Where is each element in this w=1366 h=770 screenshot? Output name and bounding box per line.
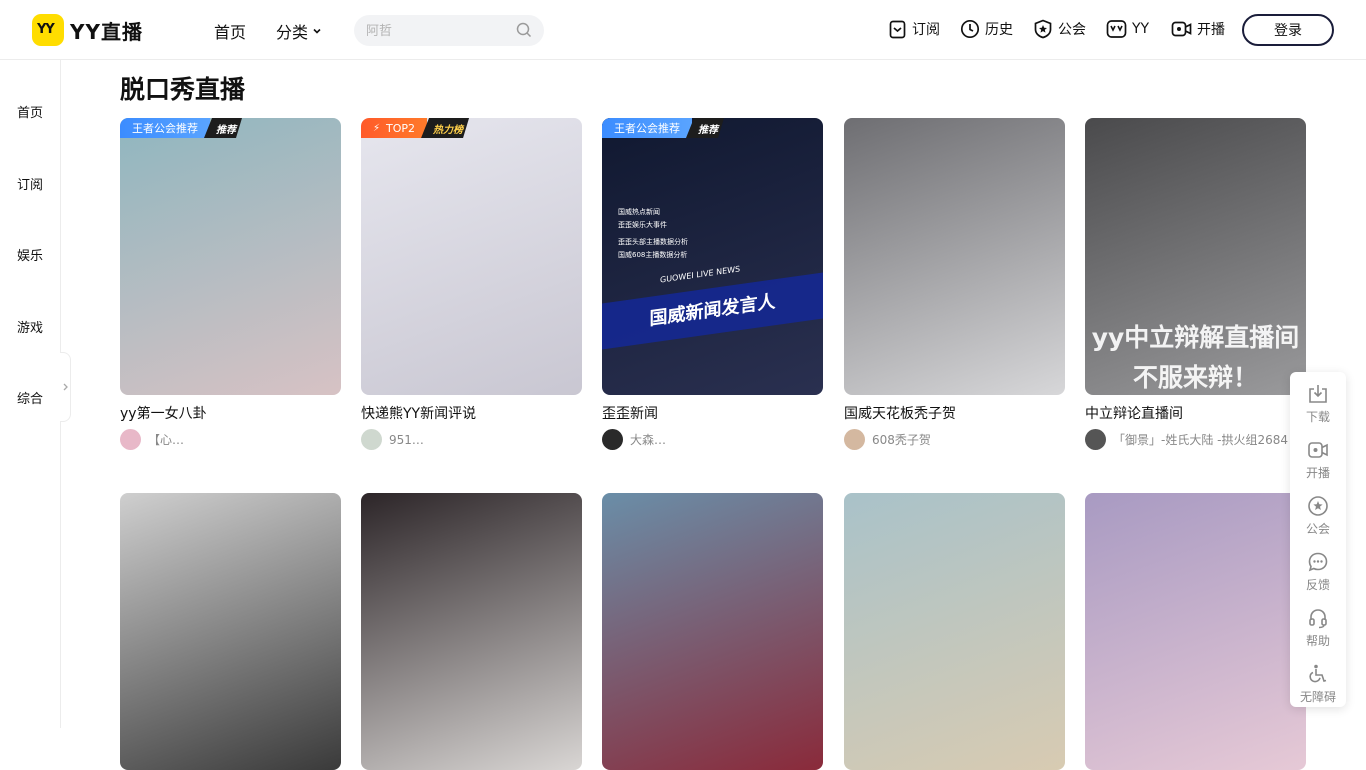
- live-card[interactable]: 王者公会推荐 推荐 yy第一女八卦 【心…: [120, 118, 341, 450]
- sidebar-item-entertainment[interactable]: 娱乐: [0, 245, 60, 264]
- avatar: [844, 429, 865, 450]
- float-download[interactable]: 下载: [1290, 383, 1346, 425]
- nav-history-label: 历史: [985, 22, 1013, 38]
- card-author: 951…: [361, 429, 582, 450]
- live-card[interactable]: [120, 493, 341, 770]
- avatar: [1085, 429, 1106, 450]
- top-badge: ⚡ TOP2 热力榜: [361, 118, 469, 138]
- search-icon[interactable]: [516, 22, 532, 38]
- chevron-down-icon: [313, 28, 321, 34]
- live-thumbnail[interactable]: 王者公会推荐 推荐: [120, 118, 341, 395]
- recommend-badge: 王者公会推荐 推荐: [120, 118, 242, 138]
- card-author: 大森…: [602, 429, 823, 450]
- help-icon: [1309, 609, 1327, 629]
- nav-guild[interactable]: 公会: [1033, 19, 1086, 39]
- nav-broadcast[interactable]: 开播: [1171, 19, 1225, 39]
- live-card[interactable]: [1085, 493, 1306, 770]
- sidebar-item-general[interactable]: 综合: [0, 388, 60, 407]
- author-name: 大森…: [630, 433, 667, 447]
- news-topic-list: 国威热点新闻 歪歪娱乐大事件 歪歪头部主播数据分析 国威608主播数据分析: [618, 208, 688, 259]
- nav-yy-label: YY: [1132, 21, 1150, 37]
- live-thumbnail[interactable]: [120, 493, 341, 770]
- news-subtitle: GUOWEI LIVE NEWS: [660, 264, 741, 285]
- live-thumbnail[interactable]: yy中立辩解直播间 不服来辩！: [1085, 118, 1306, 395]
- logo-text: YY直播: [70, 19, 143, 44]
- live-card[interactable]: 王者公会推荐 推荐 国威热点新闻 歪歪娱乐大事件 歪歪头部主播数据分析 国威608…: [602, 118, 823, 450]
- flame-icon: ⚡: [373, 122, 381, 134]
- live-card[interactable]: yy中立辩解直播间 不服来辩！ 中立辩论直播间 「御景」-姓氏大陆 -拱火组26…: [1085, 118, 1306, 450]
- sidebar-item-home[interactable]: 首页: [0, 102, 60, 121]
- live-card[interactable]: 国威天花板秃子贺 608秃子贺: [844, 118, 1065, 450]
- broadcast-icon: [1171, 21, 1192, 37]
- avatar: [361, 429, 382, 450]
- download-icon: [1309, 385, 1327, 403]
- live-card[interactable]: [602, 493, 823, 770]
- top-header: YY YY直播 首页 分类 订阅 历史 公会 YY 开播 登录: [0, 0, 1366, 60]
- thumbnail-caption: yy中立辩解直播间 不服来辩！: [1091, 323, 1300, 392]
- live-thumbnail[interactable]: [602, 493, 823, 770]
- card-title[interactable]: 国威天花板秃子贺: [844, 403, 1065, 423]
- sidebar-item-games[interactable]: 游戏: [0, 317, 60, 336]
- card-author: 「御景」-姓氏大陆 -拱火组2684: [1085, 429, 1306, 450]
- subscribe-icon: [889, 20, 906, 38]
- author-name: 「御景」-姓氏大陆 -拱火组2684: [1113, 433, 1289, 447]
- card-title[interactable]: 快递熊YY新闻评说: [361, 403, 582, 423]
- live-thumbnail[interactable]: 王者公会推荐 推荐 国威热点新闻 歪歪娱乐大事件 歪歪头部主播数据分析 国威608…: [602, 118, 823, 395]
- card-title[interactable]: 歪歪新闻: [602, 403, 823, 423]
- nav-category-label: 分类: [276, 23, 309, 42]
- float-accessibility[interactable]: 无障碍: [1290, 663, 1346, 705]
- guild-icon: [1308, 496, 1328, 516]
- search-box[interactable]: [354, 15, 544, 46]
- float-broadcast[interactable]: 开播: [1290, 439, 1346, 481]
- nav-history[interactable]: 历史: [960, 19, 1013, 39]
- avatar: [120, 429, 141, 450]
- history-icon: [960, 19, 980, 39]
- card-author: 【心…: [120, 429, 341, 450]
- left-sidebar: 首页 订阅 娱乐 游戏 综合: [0, 60, 71, 728]
- avatar: [602, 429, 623, 450]
- nav-broadcast-label: 开播: [1197, 22, 1225, 38]
- section-title: 脱口秀直播: [120, 75, 246, 104]
- nav-home[interactable]: 首页: [214, 19, 246, 43]
- live-thumbnail[interactable]: [844, 118, 1065, 395]
- feedback-icon: [1308, 552, 1328, 572]
- login-button[interactable]: 登录: [1242, 14, 1334, 46]
- news-banner: 国威新闻发言人: [602, 272, 823, 350]
- author-name: 【心…: [148, 433, 185, 447]
- floating-toolbar: 下载 开播 公会 反馈 帮助 无障碍: [1290, 372, 1346, 707]
- live-thumbnail[interactable]: [1085, 493, 1306, 770]
- live-thumbnail[interactable]: ⚡ TOP2 热力榜: [361, 118, 582, 395]
- float-help[interactable]: 帮助: [1290, 607, 1346, 649]
- guild-icon: [1034, 19, 1052, 39]
- search-input[interactable]: [366, 21, 506, 41]
- nav-category[interactable]: 分类: [276, 19, 322, 43]
- chevron-right-icon: [63, 383, 68, 391]
- card-title[interactable]: 中立辩论直播间: [1085, 403, 1306, 423]
- recommend-badge: 王者公会推荐 推荐: [602, 118, 724, 138]
- nav-subscribe[interactable]: 订阅: [888, 19, 940, 39]
- live-thumbnail[interactable]: [844, 493, 1065, 770]
- live-card[interactable]: ⚡ TOP2 热力榜 快递熊YY新闻评说 951…: [361, 118, 582, 450]
- author-name: 951…: [389, 432, 424, 447]
- live-card[interactable]: [361, 493, 582, 770]
- yy-logo-icon: YY: [32, 14, 64, 46]
- sidebar-item-subscribe[interactable]: 订阅: [0, 174, 60, 193]
- accessibility-icon: [1309, 664, 1327, 683]
- nav-guild-label: 公会: [1058, 22, 1086, 38]
- card-title[interactable]: yy第一女八卦: [120, 403, 341, 423]
- broadcast-icon: [1308, 442, 1328, 458]
- live-thumbnail[interactable]: [361, 493, 582, 770]
- nav-yy[interactable]: YY: [1106, 19, 1149, 39]
- nav-subscribe-label: 订阅: [912, 22, 940, 38]
- float-guild[interactable]: 公会: [1290, 495, 1346, 537]
- live-card[interactable]: [844, 493, 1065, 770]
- card-author: 608秃子贺: [844, 429, 1065, 450]
- yy-logo[interactable]: YY YY直播: [32, 14, 143, 46]
- author-name: 608秃子贺: [872, 433, 931, 447]
- yy-icon: [1106, 20, 1127, 38]
- float-feedback[interactable]: 反馈: [1290, 551, 1346, 593]
- sidebar-expand-handle[interactable]: [60, 352, 71, 422]
